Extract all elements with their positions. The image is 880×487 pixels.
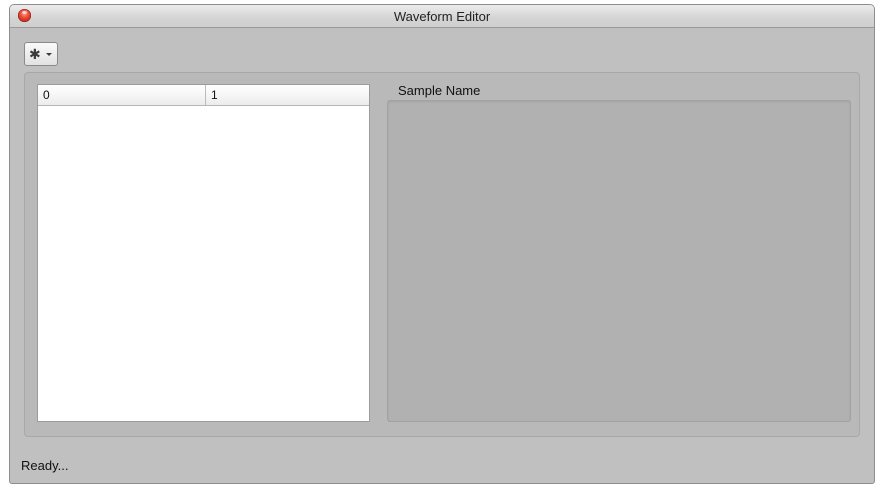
gear-icon: ✱ — [29, 46, 41, 62]
action-menu-button[interactable]: ✱ — [24, 42, 58, 66]
sample-name-label: Sample Name — [398, 83, 481, 98]
status-text: Ready... — [21, 458, 69, 473]
title-bar[interactable]: Waveform Editor — [10, 5, 874, 28]
column-header-1[interactable]: 1 — [206, 85, 369, 105]
column-header-0[interactable]: 0 — [38, 85, 206, 105]
sample-name-panel — [387, 100, 851, 422]
waveform-editor-window: Waveform Editor ✱ 0 1 Sample Name Ready.… — [9, 4, 875, 484]
chevron-down-icon — [46, 53, 52, 56]
table-header: 0 1 — [38, 85, 369, 106]
content-box: 0 1 Sample Name — [24, 72, 860, 437]
window-title: Waveform Editor — [393, 9, 491, 24]
sample-table[interactable]: 0 1 — [37, 84, 370, 422]
